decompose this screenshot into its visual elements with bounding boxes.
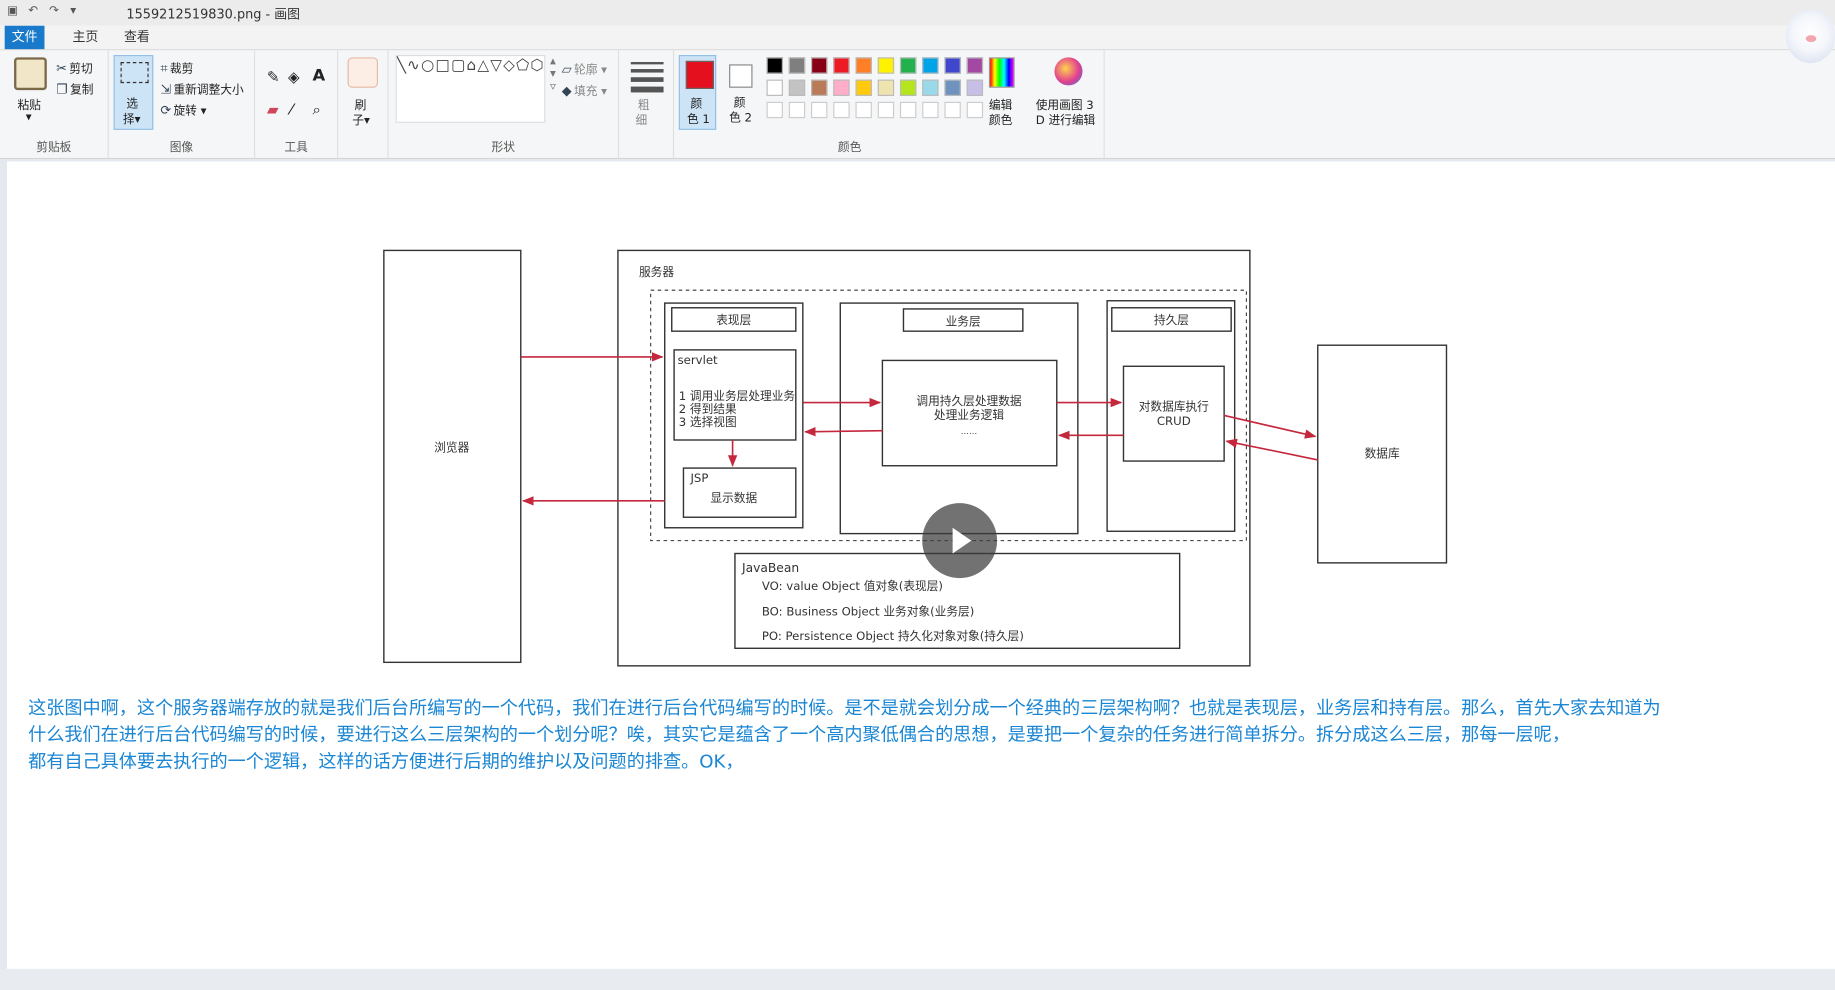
servlet-line-3: 3 选择视图 — [679, 415, 737, 429]
jsp-text: 显示数据 — [710, 491, 757, 505]
javabean-label: JavaBean — [741, 561, 799, 575]
servlet-label: servlet — [678, 353, 718, 367]
status-bar — [0, 968, 1835, 990]
subtitle-caption: 这张图中啊，这个服务器端存放的就是我们后台所编写的一个代码，我们在进行后台代码编… — [28, 695, 1830, 776]
business-label: 业务层 — [946, 314, 981, 328]
presentation-label: 表现层 — [716, 313, 751, 327]
business-line-1: 调用持久层处理数据 — [916, 394, 1022, 408]
caption-line-2: 什么我们在进行后台代码编写的时候，要进行这么三层架构的一个划分呢？唉，其实它是蕴… — [28, 724, 1570, 746]
play-icon — [952, 527, 972, 554]
browser-box — [383, 249, 522, 664]
browser-label: 浏览器 — [434, 441, 469, 455]
arrow-persistence-to-database — [1223, 414, 1317, 439]
javabean-vo: VO: value Object 值对象(表现层) — [762, 579, 943, 593]
javabean-bo: BO: Business Object 业务对象(业务层) — [762, 605, 974, 619]
arrow-business-to-presentation — [803, 426, 883, 437]
jsp-label: JSP — [689, 471, 708, 485]
business-dots: …… — [961, 426, 977, 436]
caption-line-3: 都有自己具体要去执行的一个逻辑，这样的话方便进行后期的维护以及问题的排查。OK， — [28, 751, 744, 773]
business-line-2: 处理业务逻辑 — [934, 408, 1004, 422]
database-label: 数据库 — [1365, 447, 1400, 461]
crud-line-1: 对数据库执行 — [1139, 400, 1209, 414]
architecture-diagram: 浏览器 服务器 表现层 servlet 1 调用业务层处理业务 2 得到结果 3… — [383, 249, 1448, 667]
persistence-label: 持久层 — [1154, 313, 1189, 327]
javabean-po: PO: Persistence Object 持久化对象对象(持久层) — [762, 629, 1024, 643]
play-button[interactable] — [922, 503, 998, 579]
crud-line-2: CRUD — [1157, 414, 1191, 428]
arrow-database-to-persistence — [1225, 438, 1318, 461]
server-label: 服务器 — [639, 265, 674, 279]
caption-line-1: 这张图中啊，这个服务器端存放的就是我们后台所编写的一个代码，我们在进行后台代码编… — [28, 697, 1661, 719]
paint-window: ▣ ↶ ↷ ▾ 1559212519830.png - 画图 文件 主页 查看 … — [0, 0, 1835, 990]
